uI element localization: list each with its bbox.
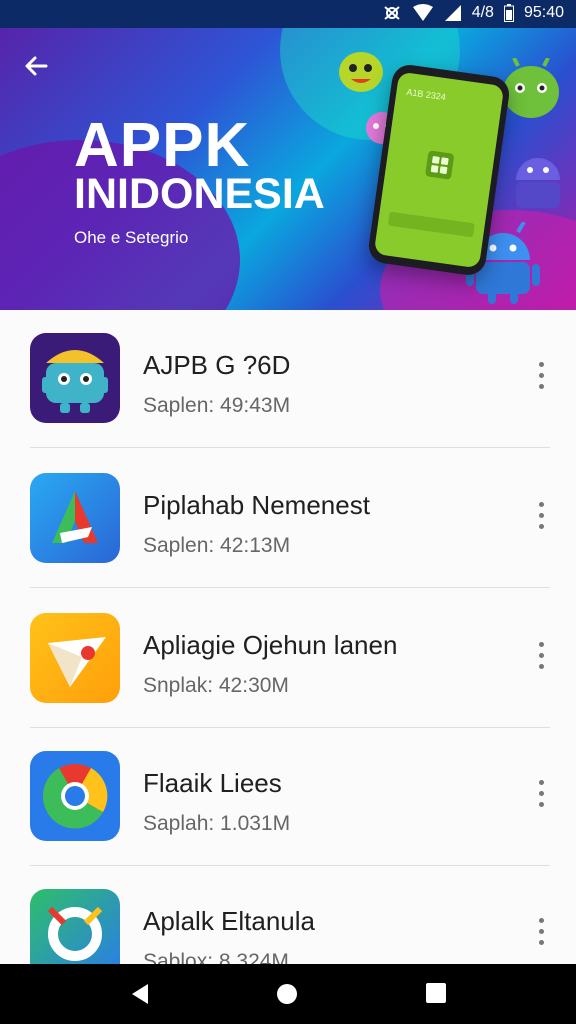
- paper-plane-icon: [30, 613, 120, 703]
- more-vert-icon[interactable]: [530, 362, 552, 398]
- notification-icon: [384, 6, 400, 20]
- navigation-bar: [0, 964, 576, 1024]
- more-vert-icon[interactable]: [530, 502, 552, 538]
- phone-screen: A1B 2324: [373, 71, 505, 269]
- more-vert-icon[interactable]: [530, 780, 552, 816]
- hero-title-line2: INIDONESIA: [74, 170, 325, 218]
- app-meta: Saplah: 1.031M: [143, 812, 291, 835]
- app-name: Flaaik Liees: [143, 768, 282, 798]
- list-item[interactable]: AJPB G ?6D Saplen: 49:43M: [0, 310, 576, 448]
- app-meta: Snplak: 42:30M: [143, 674, 289, 697]
- status-time: 95:40: [523, 4, 564, 21]
- chrome-icon: [30, 751, 120, 841]
- android-robot-icon: [30, 333, 120, 423]
- list-item[interactable]: Piplahab Nemenest Saplen: 42:13M: [0, 450, 576, 588]
- back-nav-icon[interactable]: [128, 982, 152, 1006]
- back-arrow-icon[interactable]: [20, 50, 52, 82]
- ring-icon: [30, 889, 120, 964]
- app-name: Aplalk Eltanula: [143, 906, 315, 936]
- signal-label: 4/8: [471, 4, 494, 21]
- signal-icon: [444, 5, 461, 21]
- wifi-icon: [412, 4, 433, 21]
- android-bot-yellow-icon: [339, 52, 383, 92]
- list-item[interactable]: Aplalk Eltanula Sablox: 8.324M: [0, 866, 576, 964]
- app-name: Apliagie Ojehun lanen: [143, 630, 398, 660]
- app-meta: Sablox: 8.324M: [143, 950, 289, 964]
- hero-subtitle: Ohe e Setegrio: [74, 228, 189, 247]
- list-item[interactable]: Flaaik Liees Saplah: 1.031M: [0, 728, 576, 866]
- app-name: AJPB G ?6D: [143, 350, 291, 380]
- android-bot-green-icon: [503, 58, 559, 118]
- hero-banner: APPK INIDONESIA Ohe e Setegrio A1B 2324: [0, 0, 576, 310]
- recents-nav-icon[interactable]: [425, 982, 447, 1004]
- triangle-a-icon: [30, 473, 120, 563]
- status-bar: 4/8 95:40: [0, 0, 576, 28]
- phone-screen-header: A1B 2324: [405, 86, 447, 103]
- grid-icon: [425, 150, 455, 180]
- app-meta: Saplen: 49:43M: [143, 394, 291, 417]
- home-nav-icon[interactable]: [275, 982, 299, 1006]
- phone-screen-bar: [387, 211, 475, 238]
- battery-icon: [503, 4, 514, 22]
- app-name: Piplahab Nemenest: [143, 490, 370, 520]
- divider: [30, 447, 550, 448]
- divider: [30, 587, 550, 588]
- android-bot-purple-icon: [516, 158, 560, 208]
- list-item[interactable]: Apliagie Ojehun lanen Snplak: 42:30M: [0, 590, 576, 728]
- app-meta: Saplen: 42:13M: [143, 534, 291, 557]
- more-vert-icon[interactable]: [530, 642, 552, 678]
- more-vert-icon[interactable]: [530, 918, 552, 954]
- app-list: AJPB G ?6D Saplen: 49:43M Piplahab Nemen…: [0, 310, 576, 964]
